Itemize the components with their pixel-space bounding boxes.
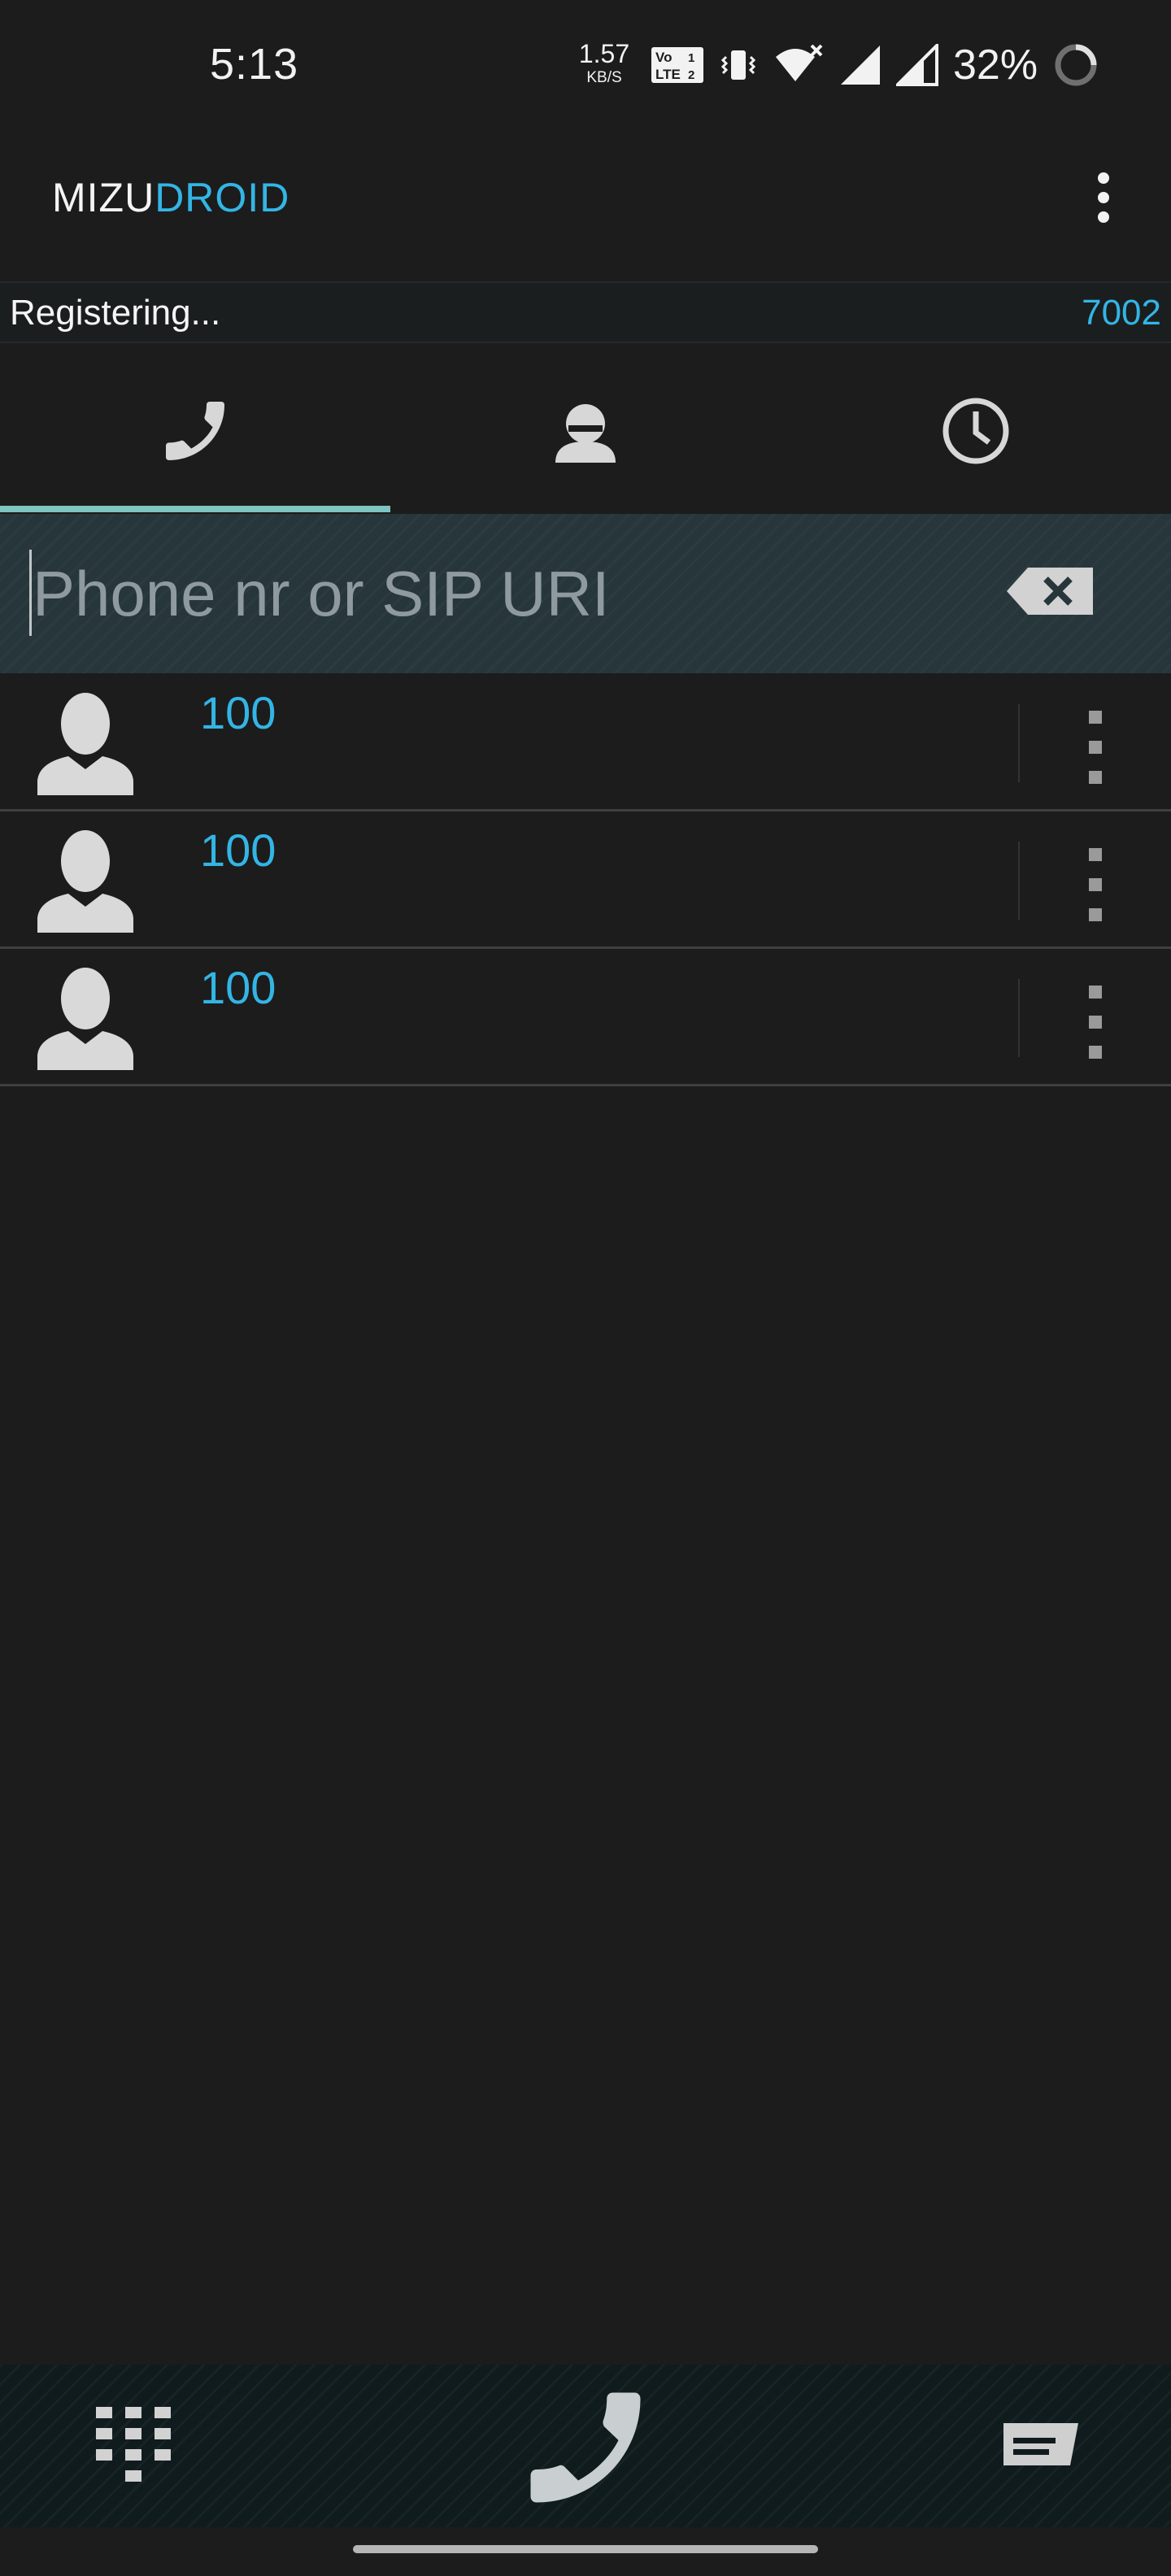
tab-dialer[interactable] (0, 350, 390, 512)
contact-name: 100 (200, 962, 276, 1013)
tab-contacts[interactable] (390, 350, 781, 512)
app-title-part1: MIZU (52, 175, 155, 220)
signal-icon (841, 46, 880, 85)
contact-name: 100 (200, 825, 276, 876)
account-number[interactable]: 7002 (1082, 293, 1161, 333)
message-icon[interactable] (999, 2418, 1083, 2474)
item-menu-icon[interactable] (1082, 986, 1109, 1059)
home-indicator[interactable] (353, 2545, 818, 2553)
list-item[interactable]: 100 (0, 812, 1171, 949)
network-speed-unit: KB/S (586, 69, 622, 86)
overflow-menu-icon[interactable] (1082, 169, 1125, 226)
history-clock-icon (942, 398, 1009, 464)
avatar-icon (37, 968, 133, 1070)
item-menu-icon[interactable] (1082, 848, 1109, 921)
network-speed-value: 1.57 (578, 39, 630, 68)
status-time: 5:13 (210, 40, 299, 89)
signal-icon (896, 44, 938, 86)
list-item[interactable]: 100 (0, 675, 1171, 812)
tab-indicator (0, 506, 390, 512)
item-menu-icon[interactable] (1082, 711, 1109, 784)
avatar-icon (37, 693, 133, 795)
row-divider (1018, 704, 1020, 782)
wifi-icon (776, 44, 823, 81)
row-divider (1018, 842, 1020, 920)
contact-name: 100 (200, 687, 276, 738)
status-bar: 5:13 1.57 KB/S Vo LTE 1 2 32% (0, 0, 1171, 130)
avatar-icon (37, 830, 133, 933)
svg-text:LTE: LTE (655, 67, 681, 82)
svg-text:1: 1 (688, 51, 694, 65)
battery-percent: 32% (953, 41, 1038, 89)
app-title-part2: DROID (155, 175, 290, 220)
svg-text:Vo: Vo (655, 50, 672, 65)
backspace-icon[interactable] (1005, 566, 1096, 616)
status-icons: Vo LTE 1 2 32% (651, 41, 1099, 89)
volte-icon: Vo LTE 1 2 (651, 47, 703, 83)
dial-input[interactable] (33, 545, 960, 642)
text-cursor (29, 550, 32, 636)
svg-text:2: 2 (688, 68, 694, 82)
list-item[interactable]: 100 (0, 950, 1171, 1086)
network-speed: 1.57 KB/S (576, 41, 633, 85)
dialpad-icon[interactable] (96, 2407, 171, 2483)
registration-status: Registering... (10, 293, 221, 333)
contact-icon (555, 404, 616, 463)
row-divider (1018, 979, 1020, 1057)
tab-history[interactable] (781, 350, 1171, 512)
call-icon[interactable] (504, 2374, 667, 2521)
app-title: MIZUDROID (52, 174, 289, 221)
vibrate-icon (720, 50, 756, 80)
phone-icon (166, 402, 224, 460)
battery-saver-ring-icon (1055, 44, 1097, 86)
